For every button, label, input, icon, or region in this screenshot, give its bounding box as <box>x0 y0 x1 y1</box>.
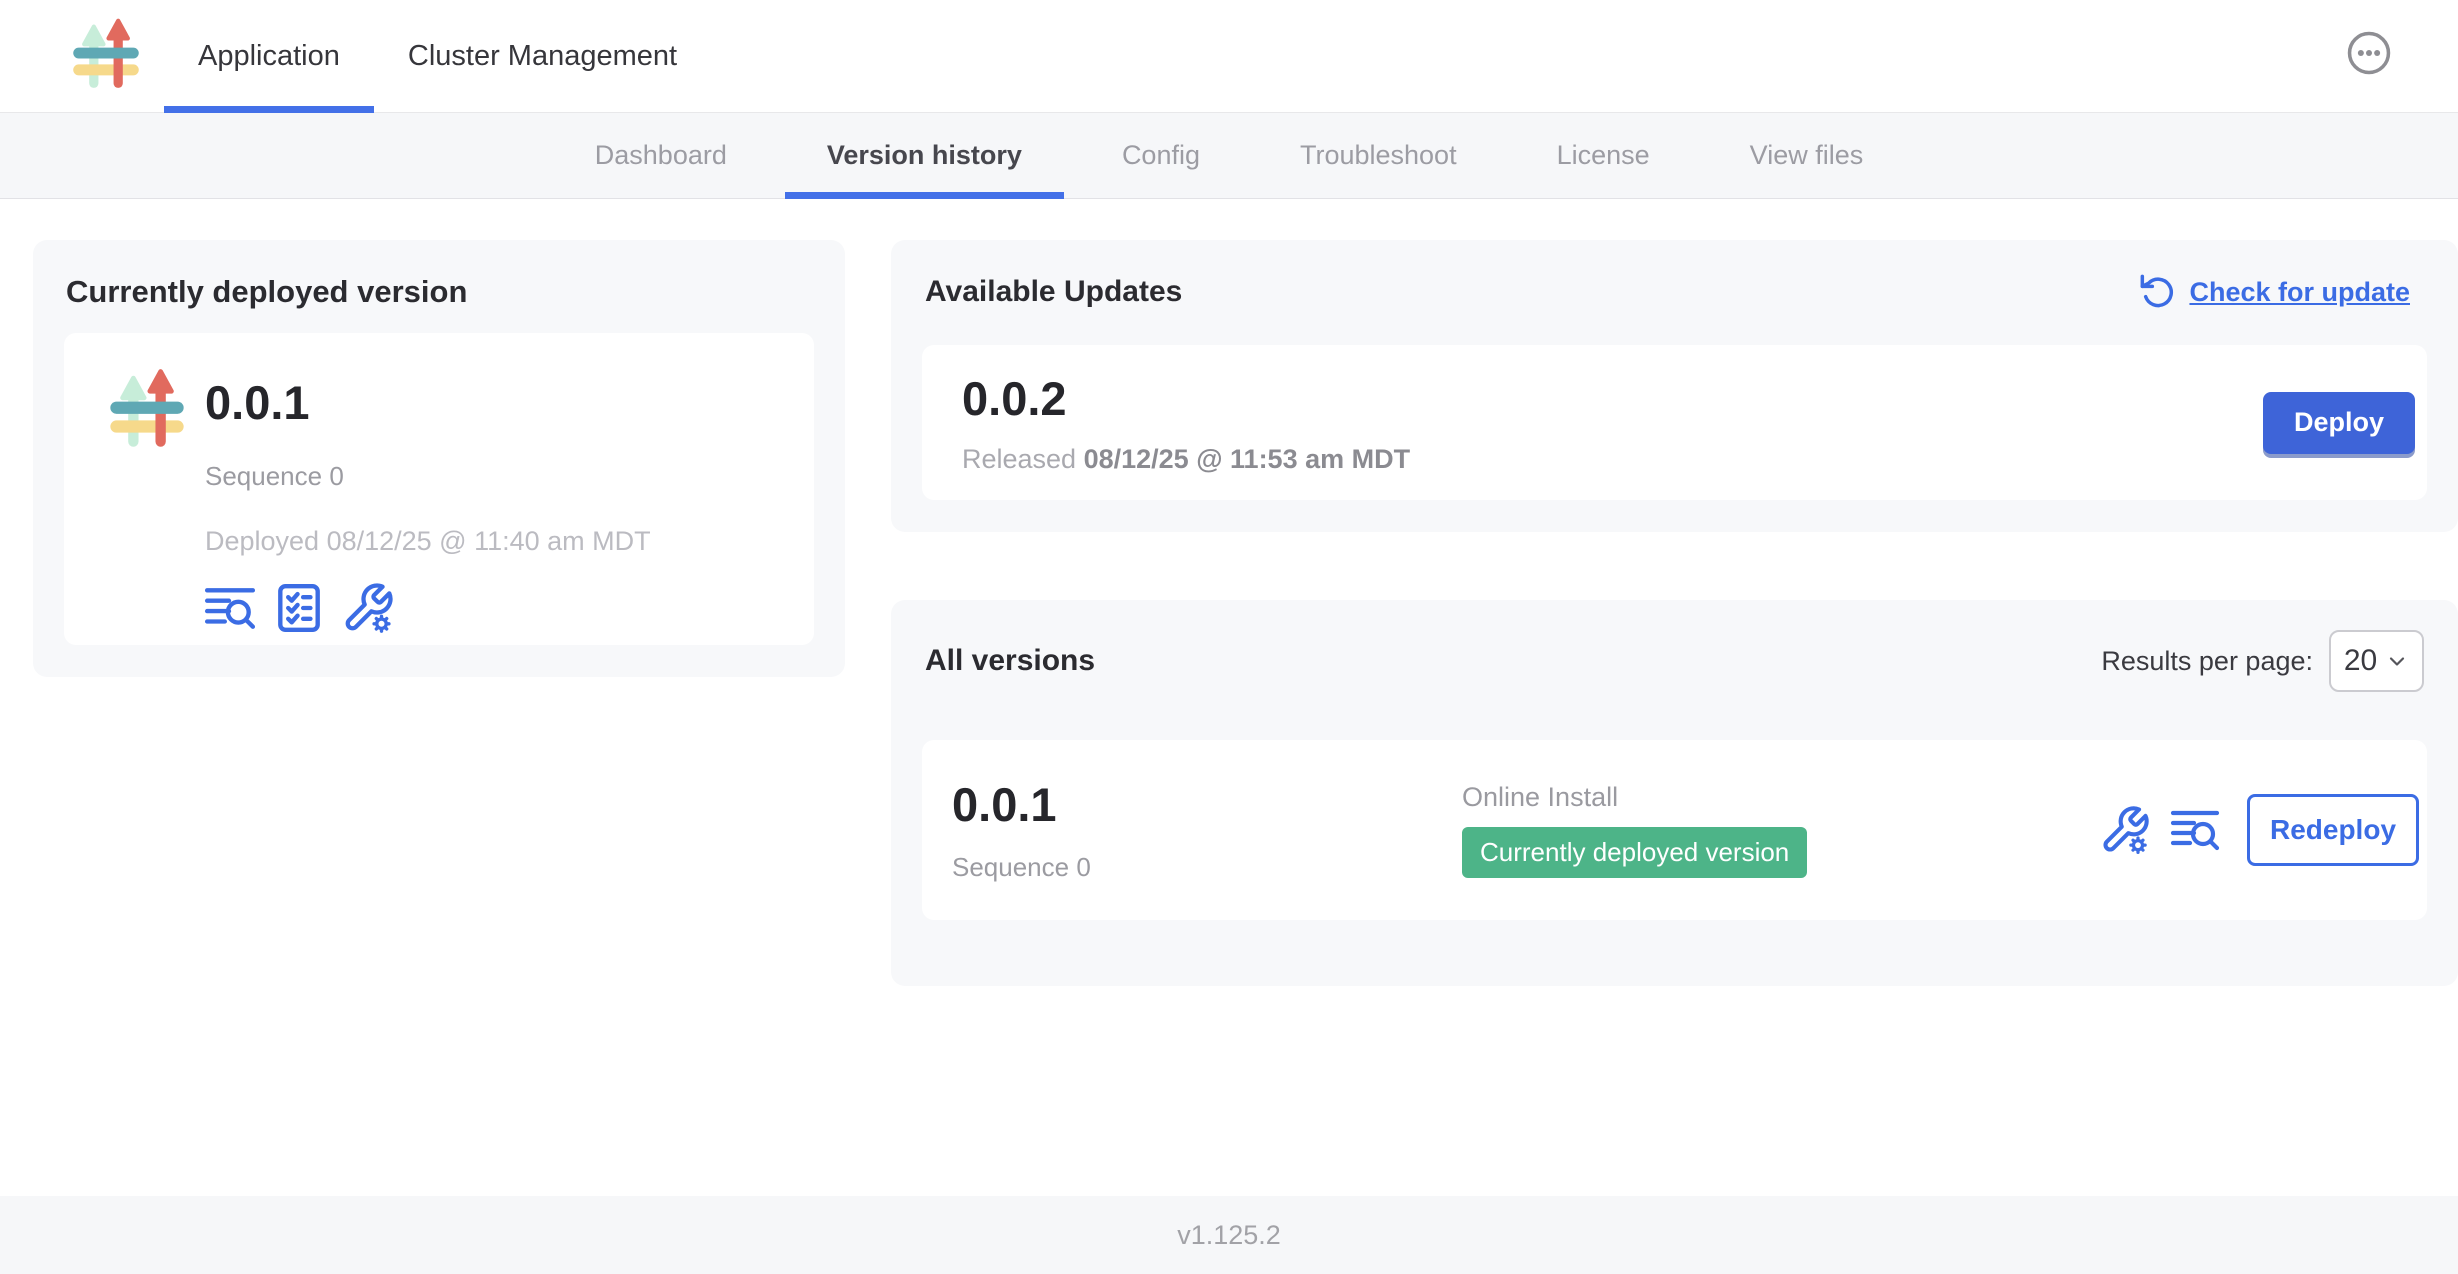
results-per-page-select[interactable]: 20 <box>2329 630 2424 692</box>
released-timestamp: 08/12/25 @ 11:53 am MDT <box>1084 444 1411 474</box>
preflight-checks-icon[interactable] <box>272 581 326 635</box>
tab-version-history[interactable]: Version history <box>777 113 1072 198</box>
currently-deployed-title: Currently deployed version <box>66 274 812 310</box>
tab-license[interactable]: License <box>1507 113 1700 198</box>
config-wrench-icon[interactable] <box>341 581 395 635</box>
ellipsis-menu-icon[interactable] <box>2346 30 2392 76</box>
tab-config-label: Config <box>1122 140 1200 171</box>
available-update-row: 0.0.2 Released 08/12/25 @ 11:53 am MDT D… <box>922 345 2427 500</box>
release-diff-icon[interactable] <box>203 581 257 635</box>
version-row: 0.0.1 Sequence 0 Online Install Currentl… <box>922 740 2427 920</box>
currently-deployed-card: Currently deployed version 0.0.1 Sequenc… <box>33 240 845 677</box>
top-tab-application-label: Application <box>198 40 340 73</box>
app-logo-icon <box>100 361 194 461</box>
available-updates-title: Available Updates <box>925 275 1182 309</box>
version-row-info: 0.0.1 Sequence 0 <box>952 777 1462 883</box>
install-type-label: Online Install <box>1462 782 1618 813</box>
chevron-down-icon <box>2385 649 2409 673</box>
version-row-actions: Redeploy <box>2099 794 2419 866</box>
tab-troubleshoot[interactable]: Troubleshoot <box>1250 113 1507 198</box>
available-updates-card: Available Updates Check for update 0.0.2… <box>891 240 2458 532</box>
currently-deployed-badge: Currently deployed version <box>1462 827 1807 878</box>
config-wrench-icon[interactable] <box>2099 804 2151 856</box>
row-version-number: 0.0.1 <box>952 777 1462 832</box>
update-released-label: Released 08/12/25 @ 11:53 am MDT <box>962 444 1410 475</box>
all-versions-header: All versions Results per page: 20 <box>891 600 2458 692</box>
all-versions-card: All versions Results per page: 20 0.0.1 … <box>891 600 2458 986</box>
deployed-version-number: 0.0.1 <box>205 375 310 430</box>
refresh-ccw-icon <box>2137 272 2177 312</box>
top-nav-bar: Application Cluster Management <box>0 0 2458 113</box>
top-tab-cluster-management-label: Cluster Management <box>408 40 677 73</box>
tab-view-files[interactable]: View files <box>1700 113 1914 198</box>
currently-deployed-version-panel: 0.0.1 Sequence 0 Deployed 08/12/25 @ 11:… <box>64 333 814 645</box>
top-tab-application[interactable]: Application <box>164 0 374 112</box>
footer: v1.125.2 <box>0 1196 2458 1274</box>
console-version-label: v1.125.2 <box>1177 1220 1281 1251</box>
deploy-button[interactable]: Deploy <box>2263 392 2415 454</box>
tab-version-history-label: Version history <box>827 140 1022 171</box>
all-versions-title: All versions <box>925 644 1095 678</box>
results-per-page-value: 20 <box>2344 644 2377 678</box>
tab-license-label: License <box>1557 140 1650 171</box>
check-for-update-label: Check for update <box>2189 277 2410 308</box>
results-per-page: Results per page: 20 <box>2101 630 2424 692</box>
app-logo-icon <box>64 12 148 100</box>
deployed-sequence-label: Sequence 0 <box>205 461 344 492</box>
tab-troubleshoot-label: Troubleshoot <box>1300 140 1457 171</box>
tab-config[interactable]: Config <box>1072 113 1250 198</box>
release-diff-icon[interactable] <box>2169 804 2221 856</box>
update-version-number: 0.0.2 <box>962 371 1410 426</box>
available-updates-header: Available Updates Check for update <box>891 240 2458 312</box>
tab-dashboard-label: Dashboard <box>595 140 727 171</box>
row-sequence-label: Sequence 0 <box>952 852 1462 883</box>
check-for-update-link[interactable]: Check for update <box>2137 272 2410 312</box>
redeploy-button[interactable]: Redeploy <box>2247 794 2419 866</box>
top-nav-tabs: Application Cluster Management <box>164 0 711 112</box>
released-prefix: Released <box>962 444 1076 474</box>
version-row-status: Online Install Currently deployed versio… <box>1462 782 1807 878</box>
top-tab-cluster-management[interactable]: Cluster Management <box>374 0 711 112</box>
tab-dashboard[interactable]: Dashboard <box>545 113 777 198</box>
update-info: 0.0.2 Released 08/12/25 @ 11:53 am MDT <box>962 371 1410 475</box>
tab-view-files-label: View files <box>1750 140 1864 171</box>
deployed-date-label: Deployed 08/12/25 @ 11:40 am MDT <box>205 526 651 557</box>
deployed-version-actions <box>203 581 395 635</box>
results-per-page-label: Results per page: <box>2101 646 2313 677</box>
app-sub-nav: Dashboard Version history Config Trouble… <box>0 113 2458 199</box>
